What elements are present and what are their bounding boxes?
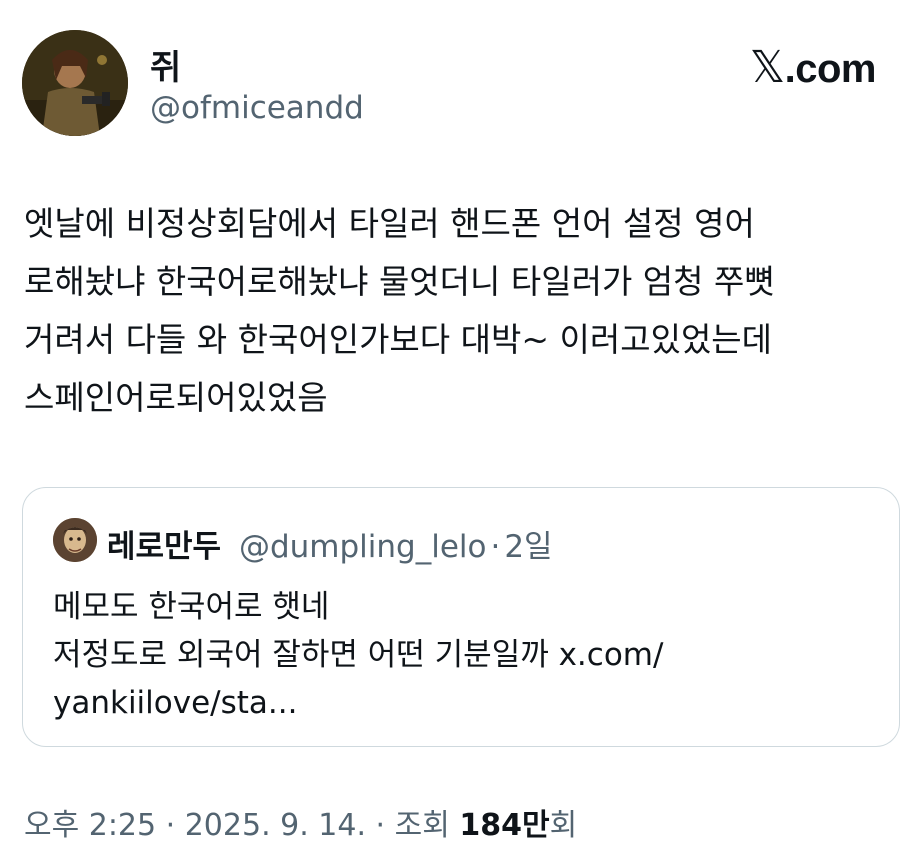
quoted-header: 레로만두 @dumpling_lelo · 2일 <box>107 521 553 566</box>
tweet-time[interactable]: 오후 2:25 <box>24 808 156 843</box>
quoted-tweet[interactable]: 레로만두 @dumpling_lelo · 2일 메모도 한국어로 햇네 저정도로 … <box>22 487 900 747</box>
x-icon: 𝕏 <box>749 43 785 92</box>
meta-separator: · <box>156 808 185 843</box>
avatar-illustration <box>22 30 128 136</box>
tweet-text-line: 로해놨냐 한국어로해놨냐 물엇더니 타일러가 엄청 쭈뼛 <box>24 262 775 301</box>
quoted-timestamp[interactable]: 2일 <box>504 529 552 565</box>
meta-separator: · <box>366 808 395 843</box>
views-unit: 회 <box>549 808 578 843</box>
author-handle[interactable]: @ofmiceandd <box>150 90 364 126</box>
tweet-date[interactable]: 2025. 9. 14. <box>185 808 366 843</box>
tweet-text-line: 스페인어로되어있었음 <box>24 378 328 417</box>
quoted-author-avatar[interactable] <box>53 518 97 562</box>
quoted-text-line: 메모도 한국어로 햇네 <box>53 589 330 625</box>
tweet-meta: 오후 2:25 · 2025. 9. 14. · 조회 184만회 <box>24 800 577 844</box>
author-name[interactable]: 쥐 <box>150 40 181 89</box>
x-logo-suffix: .com <box>784 47 877 91</box>
x-logo: 𝕏.com <box>749 42 877 93</box>
quoted-separator: · <box>490 529 501 565</box>
quoted-avatar-illustration <box>53 518 97 562</box>
quoted-author-name[interactable]: 레로만두 <box>107 529 221 565</box>
views-count: 184만 <box>459 808 550 843</box>
tweet-text-line: 거려서 다들 와 한국어인가보다 대박~ 이러고있었는데 <box>24 320 773 359</box>
tweet-text-line: 엣날에 비정상회담에서 타일러 핸드폰 언어 설정 영어 <box>24 204 755 243</box>
quoted-text-line: yankiilove/sta... <box>53 685 298 721</box>
quoted-text: 메모도 한국어로 햇네 저정도로 외국어 잘하면 어떤 기분일까 x.com/ … <box>53 583 663 727</box>
tweet-text: 엣날에 비정상회담에서 타일러 핸드폰 언어 설정 영어 로해놨냐 한국어로해놨… <box>24 195 894 427</box>
author-avatar[interactable] <box>22 30 128 136</box>
views-label: 조회 <box>394 808 460 843</box>
quoted-text-line: 저정도로 외국어 잘하면 어떤 기분일까 x.com/ <box>53 637 664 673</box>
quoted-author-handle[interactable]: @dumpling_lelo <box>239 529 487 565</box>
